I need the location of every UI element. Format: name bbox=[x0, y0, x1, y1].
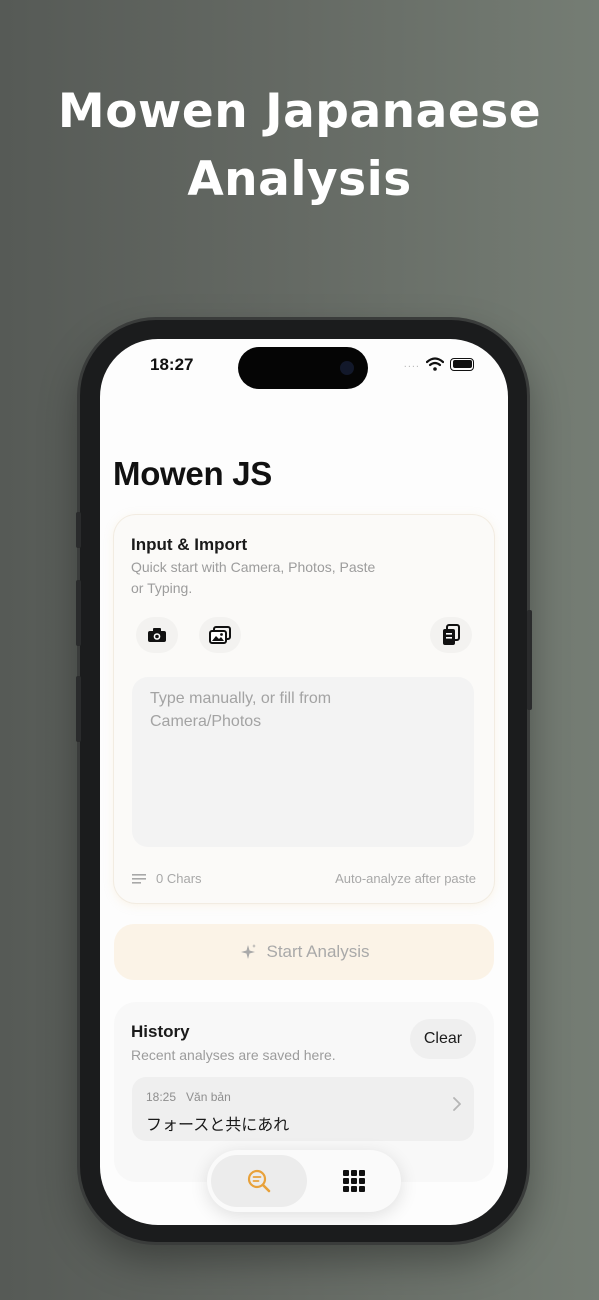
input-card-subtitle: Quick start with Camera, Photos, Paste o… bbox=[131, 557, 375, 599]
paste-button[interactable] bbox=[430, 617, 472, 653]
char-count-label: 0 Chars bbox=[156, 871, 202, 886]
history-subtitle: Recent analyses are saved here. bbox=[131, 1047, 336, 1063]
history-item[interactable]: 18:25 Văn bản フォースと共にあれ bbox=[132, 1077, 474, 1141]
paste-icon bbox=[443, 624, 460, 645]
input-import-card: Input & Import Quick start with Camera, … bbox=[114, 515, 494, 903]
text-input-placeholder: Type manually, or fill from Camera/Photo… bbox=[150, 687, 450, 733]
app-title: Mowen JS bbox=[113, 455, 272, 492]
headline-line-2: Analysis bbox=[187, 152, 412, 207]
input-card-subtitle-line-1: Quick start with Camera, Photos, Paste bbox=[131, 559, 376, 575]
headline-line-1: Mowen Japanaese bbox=[57, 84, 542, 139]
history-item-type: Văn bản bbox=[186, 1090, 231, 1104]
char-counter: 0 Chars bbox=[132, 871, 202, 886]
history-item-text: フォースと共にあれ bbox=[146, 1115, 290, 1134]
battery-icon bbox=[450, 357, 474, 371]
grid-icon bbox=[343, 1170, 365, 1192]
input-card-subtitle-line-2: or Typing. bbox=[131, 580, 193, 596]
chevron-right-icon bbox=[453, 1097, 461, 1111]
signal-dots: .... bbox=[403, 358, 420, 370]
photos-button[interactable] bbox=[199, 617, 241, 653]
phone-volume-down bbox=[76, 676, 81, 742]
wifi-icon bbox=[426, 357, 444, 371]
phone-volume-up bbox=[76, 580, 81, 646]
text-input-area[interactable]: Type manually, or fill from Camera/Photo… bbox=[132, 677, 474, 847]
auto-analyze-hint: Auto-analyze after paste bbox=[335, 871, 476, 886]
history-item-time: 18:25 bbox=[146, 1090, 177, 1104]
placeholder-line-1: Type manually, or fill from bbox=[150, 690, 332, 707]
history-title: History bbox=[131, 1022, 190, 1041]
status-icons: .... bbox=[404, 357, 474, 371]
status-time: 18:27 bbox=[150, 355, 194, 374]
phone-screen: 18:27 .... Mowen JS Input & Import Quick… bbox=[100, 339, 508, 1225]
camera-button[interactable] bbox=[136, 617, 178, 653]
photos-icon bbox=[209, 626, 231, 644]
tab-analysis[interactable] bbox=[211, 1155, 307, 1207]
promo-headline: Mowen Japanaese Analysis bbox=[0, 78, 599, 214]
camera-icon bbox=[148, 628, 166, 642]
start-analysis-button[interactable]: Start Analysis bbox=[114, 924, 494, 980]
tab-apps[interactable] bbox=[311, 1155, 397, 1207]
clear-history-button[interactable]: Clear bbox=[410, 1019, 476, 1059]
placeholder-line-2: Camera/Photos bbox=[150, 713, 262, 730]
search-text-icon bbox=[247, 1169, 271, 1193]
tab-bar bbox=[207, 1150, 401, 1212]
start-analysis-label: Start Analysis bbox=[266, 942, 370, 961]
dynamic-island bbox=[238, 347, 368, 389]
phone-power-button bbox=[527, 610, 532, 710]
text-lines-icon bbox=[132, 873, 146, 884]
input-card-title: Input & Import bbox=[131, 535, 248, 554]
sparkle-icon bbox=[240, 944, 256, 959]
history-item-meta: 18:25 Văn bản bbox=[146, 1090, 231, 1104]
phone-action-button bbox=[76, 512, 81, 548]
